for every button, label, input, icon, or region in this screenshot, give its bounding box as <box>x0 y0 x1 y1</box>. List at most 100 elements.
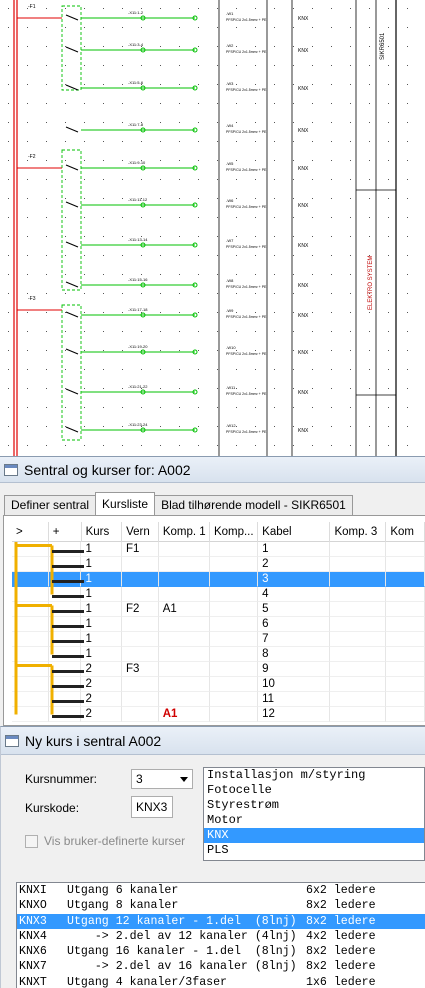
grid-dot <box>160 312 161 313</box>
grid-row[interactable]: 2 11 <box>12 692 425 707</box>
kurs-code: KNX6 <box>19 945 47 959</box>
grid-dot <box>198 274 199 275</box>
tree-connector-cell[interactable] <box>12 542 49 557</box>
col-kurs-header[interactable]: Kurs <box>82 522 123 542</box>
grid-row[interactable]: 16 <box>12 617 425 632</box>
cell-empty[interactable] <box>48 542 82 557</box>
cell-empty[interactable] <box>48 677 82 692</box>
tree-connector-cell[interactable] <box>12 647 49 662</box>
col-plus-header[interactable]: + <box>49 522 82 542</box>
col-komp3-header[interactable]: Komp. 3 <box>330 522 387 542</box>
grid-dot <box>122 350 123 351</box>
tree-connector-cell[interactable] <box>12 557 49 572</box>
tree-connector-cell[interactable] <box>12 632 49 647</box>
grid-dot <box>8 217 9 218</box>
sentral-tabs: Definer sentral Kursliste Blad tilhørend… <box>4 492 425 515</box>
grid-dot <box>160 236 161 237</box>
cell-empty[interactable] <box>48 707 82 722</box>
tree-connector-cell[interactable] <box>12 617 49 632</box>
kurstype-item[interactable]: Fotocelle <box>204 783 424 798</box>
tree-connector-cell[interactable] <box>12 692 49 707</box>
sentral-titlebar[interactable]: Sentral og kurser for: A002 <box>0 457 425 483</box>
cell-empty[interactable] <box>48 557 82 572</box>
kurs-tag: KNX <box>298 283 309 289</box>
grid-dot <box>255 27 256 28</box>
cell-empty[interactable] <box>48 602 82 617</box>
grid-dot <box>388 198 389 199</box>
grid-dot <box>407 217 408 218</box>
grid-dot <box>179 255 180 256</box>
vis-bruker-definerte-checkbox[interactable] <box>25 834 38 848</box>
kurstype-item[interactable]: PLS <box>204 843 424 858</box>
grid-row[interactable]: 1 F2 A1 5 <box>12 602 425 617</box>
cell-empty[interactable] <box>48 647 82 662</box>
kurs-template-row[interactable]: KNX4 -> 2.del av 12 kanaler (4lnj) 4x2 le… <box>17 929 425 944</box>
grid-dot <box>84 84 85 85</box>
col-vern-header[interactable]: Vern <box>122 522 159 542</box>
chevron-down-icon[interactable] <box>180 777 188 782</box>
grid-dot <box>407 103 408 104</box>
kurs-template-row[interactable]: KNX6 Utgang 16 kanaler - 1.del (8lnj) 8x2 … <box>17 944 425 959</box>
cell-empty <box>386 632 425 647</box>
tree-connector-cell[interactable] <box>12 662 49 677</box>
col-komp4-header[interactable]: Kom <box>386 522 425 542</box>
grid-row[interactable]: 2 A1 12 <box>12 707 425 722</box>
grid-dot <box>27 198 28 199</box>
grid-dot <box>160 331 161 332</box>
kurs-template-row[interactable]: KNXI Utgang 6 kanaler 6x2 ledere <box>17 883 425 898</box>
kurs-template-row[interactable]: KNX7 -> 2.del av 16 kanaler (8lnj) 8x2 le… <box>17 959 425 974</box>
cell-empty[interactable] <box>48 662 82 677</box>
grid-row[interactable]: 2 10 <box>12 677 425 692</box>
grid-row[interactable]: 17 <box>12 632 425 647</box>
tree-connector-cell[interactable] <box>12 572 49 587</box>
col-expand-header[interactable]: > <box>12 522 49 542</box>
tree-connector-cell[interactable] <box>12 602 49 617</box>
kurs-grid[interactable]: > + Kurs Vern Komp. 1 Komp... Kabel Komp… <box>12 522 425 725</box>
grid-dot <box>331 350 332 351</box>
col-kabel-header[interactable]: Kabel <box>258 522 331 542</box>
tab-kursliste[interactable]: Kursliste <box>95 492 156 515</box>
grid-row[interactable]: 14 <box>12 587 425 602</box>
grid-dot <box>274 312 275 313</box>
cell-empty[interactable] <box>48 572 82 587</box>
kurstype-item[interactable]: KNX <box>204 828 424 843</box>
grid-dot <box>65 46 66 47</box>
tree-connector-cell[interactable] <box>12 677 49 692</box>
col-komp1-header[interactable]: Komp. 1 <box>159 522 210 542</box>
tree-connector-cell[interactable] <box>12 707 49 722</box>
kurstype-item[interactable]: Styrestrøm <box>204 798 424 813</box>
cell-empty <box>386 587 425 602</box>
grid-dot <box>369 236 370 237</box>
col-komp2-header[interactable]: Komp... <box>210 522 259 542</box>
grid-dot <box>274 141 275 142</box>
tree-connector-cell[interactable] <box>12 587 49 602</box>
kurstype-list[interactable]: Installasjon m/styring Fotocelle Styrestrø… <box>203 767 425 861</box>
grid-row[interactable]: 2 F3 9 <box>12 662 425 677</box>
kurs-template-row[interactable]: KNX3 Utgang 12 kanaler - 1.del (8lnj) 8x2 … <box>17 913 425 929</box>
cad-schematic[interactable]: -F1 -F2 -F3 -X11:1-2 -W1 PFSP/CU 2x1.5mm² + P… <box>0 0 425 456</box>
grid-dot <box>255 274 256 275</box>
grid-row[interactable]: 1 F1 1 <box>12 542 425 557</box>
cell-empty[interactable] <box>48 692 82 707</box>
kurstype-item[interactable]: Installasjon m/styring <box>204 768 424 783</box>
kursnummer-dropdown[interactable]: 3 <box>131 769 193 789</box>
grid-row[interactable]: 12 <box>12 557 425 572</box>
cell-empty[interactable] <box>48 617 82 632</box>
ny-kurs-titlebar[interactable]: Ny kurs i sentral A002 <box>1 727 425 755</box>
grid-dot <box>160 388 161 389</box>
cell-empty[interactable] <box>48 587 82 602</box>
grid-row[interactable]: 13 <box>12 572 425 587</box>
grid-dot <box>84 65 85 66</box>
kurs-template-row[interactable]: KNXO Utgang 8 kanaler 8x2 ledere <box>17 898 425 913</box>
tab-definer-sentral[interactable]: Definer sentral <box>4 495 97 515</box>
kurs-template-list[interactable]: KNXI Utgang 6 kanaler 6x2 ledere KNXO Utgang… <box>16 882 425 988</box>
grid-dot <box>312 198 313 199</box>
tab-blad-tilhorende-modell[interactable]: Blad tilhørende modell - SIKR6501 <box>154 495 353 515</box>
kurs-template-row[interactable]: KNXT Utgang 4 kanaler/3faser 1x6 ledere <box>17 975 425 988</box>
grid-dot <box>217 46 218 47</box>
cell-empty[interactable] <box>48 632 82 647</box>
kurstype-item[interactable]: Motor <box>204 813 424 828</box>
cable-label: -W12 <box>226 423 236 428</box>
kurskode-field[interactable]: KNX3 <box>131 796 173 818</box>
grid-row[interactable]: 18 <box>12 647 425 662</box>
